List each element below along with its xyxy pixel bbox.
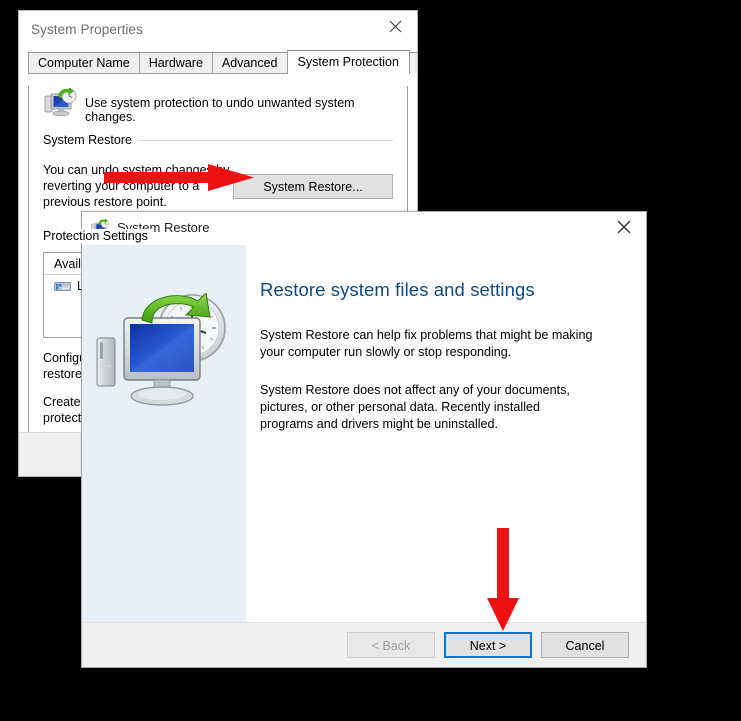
system-restore-text-panel: Restore system files and settings System… [246, 245, 646, 623]
next-button[interactable]: Next > [444, 632, 532, 658]
computer-clock-illustration [96, 293, 226, 406]
system-restore-button[interactable]: System Restore... [233, 173, 393, 199]
close-button[interactable] [601, 212, 646, 242]
system-properties-title: System Properties [31, 22, 143, 37]
system-restore-description: You can undo system changes by reverting… [43, 163, 230, 209]
tab-system-protection[interactable]: System Protection [286, 50, 410, 74]
close-icon [389, 20, 401, 32]
system-properties-titlebar: System Properties [19, 11, 417, 49]
system-restore-groupbox: System Restore You can undo system chang… [43, 133, 393, 210]
system-restore-legend: System Restore [43, 133, 138, 147]
close-button[interactable] [373, 11, 417, 41]
system-restore-footer: < Back Next > Cancel [82, 622, 646, 667]
system-restore-illustration-panel [82, 245, 246, 623]
tab-remote[interactable]: Remote [408, 52, 417, 73]
tabstrip: Computer Name Hardware Advanced System P… [28, 50, 417, 74]
tab-computer-name[interactable]: Computer Name [28, 52, 140, 73]
system-protection-intro: Use system protection to undo unwanted s… [29, 86, 407, 126]
cancel-button[interactable]: Cancel [541, 632, 629, 658]
system-restore-titlebar: System Restore [82, 212, 646, 245]
screen: System Properties Computer Name Hardware… [0, 0, 741, 721]
system-restore-content: Restore system files and settings System… [82, 245, 646, 623]
system-restore-row: You can undo system changes by reverting… [43, 162, 393, 210]
system-restore-icon [44, 88, 77, 117]
close-icon [617, 220, 630, 234]
system-restore-paragraph-2: System Restore does not affect any of yo… [260, 383, 570, 431]
page-title: Restore system files and settings [260, 279, 535, 300]
protection-settings-legend: Protection Settings [43, 229, 154, 243]
back-button[interactable]: < Back [347, 632, 435, 658]
system-restore-dialog: System Restore Restore system files and … [81, 211, 647, 668]
drive-icon [54, 282, 71, 291]
tab-hardware[interactable]: Hardware [138, 52, 213, 73]
tab-advanced[interactable]: Advanced [211, 52, 288, 73]
system-restore-paragraph-1: System Restore can help fix problems tha… [260, 328, 593, 359]
system-protection-intro-text: Use system protection to undo unwanted s… [85, 96, 355, 124]
